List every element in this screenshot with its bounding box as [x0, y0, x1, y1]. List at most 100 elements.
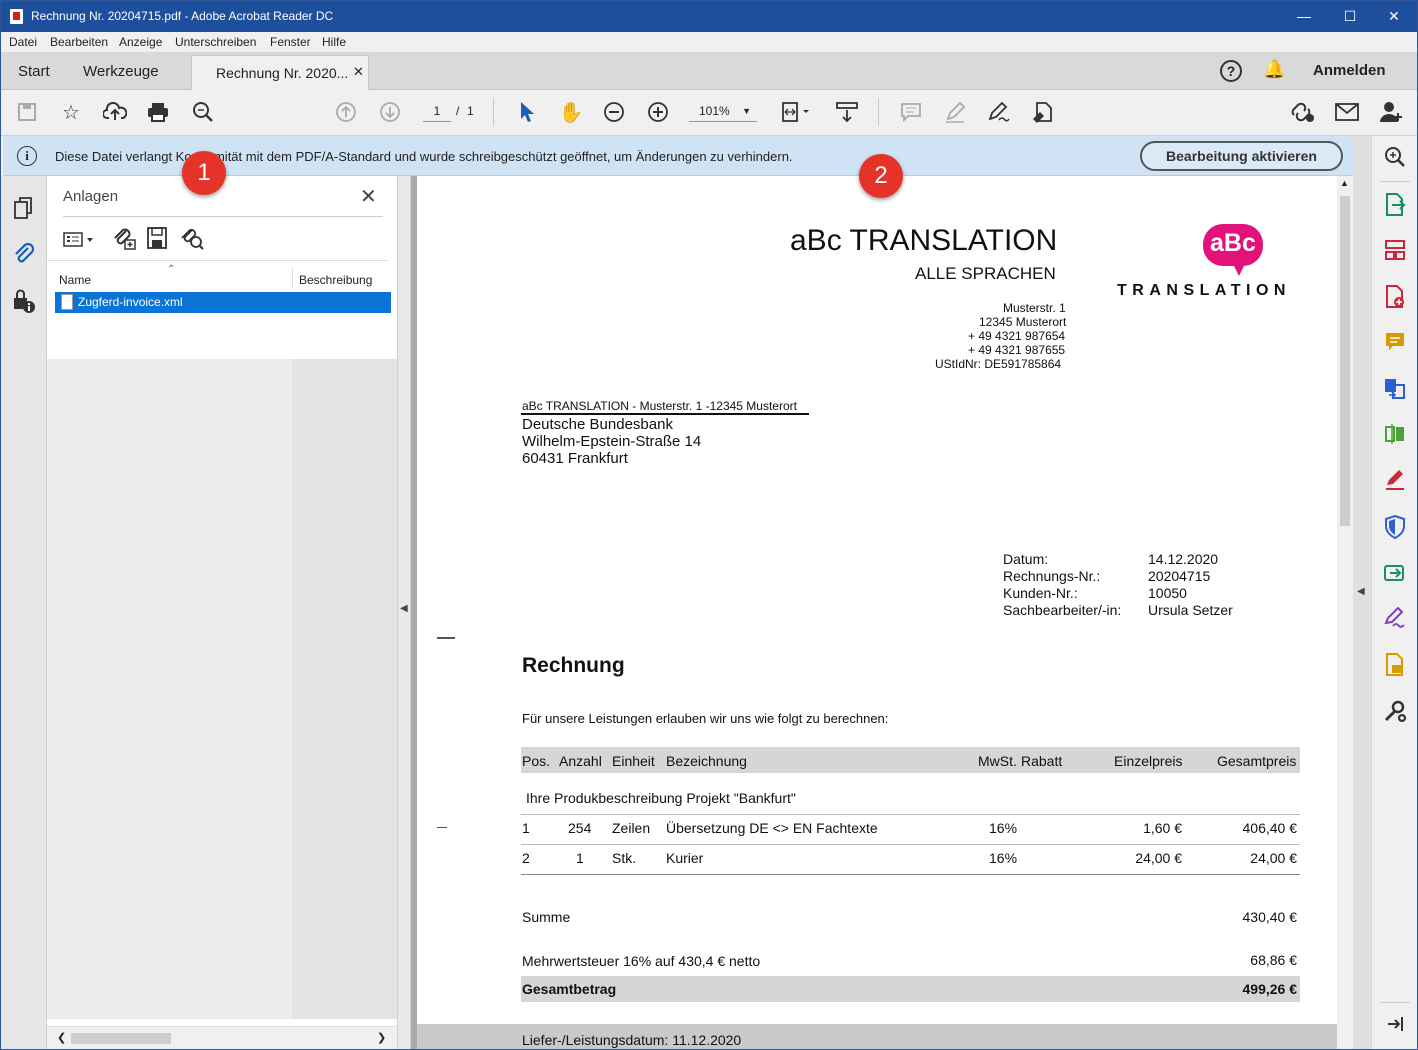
search-tool-icon[interactable]: [1382, 146, 1408, 172]
company-name: aBc TRANSLATION: [790, 224, 1058, 257]
menu-fenster[interactable]: Fenster: [270, 35, 311, 49]
save-attachment-icon[interactable]: [146, 226, 170, 250]
tab-document[interactable]: Rechnung Nr. 2020... ✕: [191, 55, 369, 90]
more-tools-icon[interactable]: [1382, 699, 1408, 725]
search-zoom-icon[interactable]: [189, 98, 217, 126]
menu-unterschreiben[interactable]: Unterschreiben: [175, 35, 256, 49]
col-pos: Pos.: [522, 753, 551, 769]
send-for-review-icon[interactable]: [1382, 561, 1408, 587]
enable-editing-button[interactable]: Bearbeitung aktivieren: [1140, 141, 1343, 171]
select-cursor-icon[interactable]: [513, 98, 541, 126]
fill-sign-icon[interactable]: [1029, 98, 1057, 126]
row1-qty: 254: [568, 820, 592, 836]
attachments-description-column: [292, 359, 397, 1019]
panel-splitter[interactable]: ◀: [397, 176, 411, 1049]
close-panel-icon[interactable]: ✕: [360, 184, 377, 209]
zoom-in-icon[interactable]: [644, 98, 672, 126]
page-thumbnails-icon[interactable]: [11, 196, 37, 222]
hand-tool-icon[interactable]: ✋: [557, 98, 585, 126]
column-divider: [292, 268, 293, 288]
attachment-row[interactable]: Zugferd-invoice.xml: [55, 292, 391, 313]
fill-and-sign-tool-icon[interactable]: [1382, 469, 1408, 495]
column-header-description[interactable]: Beschreibung: [299, 273, 372, 287]
tools-divider: [1380, 1002, 1410, 1003]
share-link-icon[interactable]: [1289, 98, 1317, 126]
help-icon[interactable]: ?: [1220, 60, 1242, 82]
maximize-button[interactable]: ☐: [1327, 1, 1373, 32]
page-separator: /: [456, 104, 460, 118]
tab-document-label: Rechnung Nr. 2020...: [216, 65, 349, 81]
horizontal-scrollbar[interactable]: ❮ ❯: [47, 1026, 397, 1049]
tab-start[interactable]: Start: [18, 63, 50, 80]
options-menu-icon[interactable]: [63, 230, 99, 250]
certificates-icon[interactable]: [1382, 653, 1408, 679]
comment-icon[interactable]: [897, 98, 925, 126]
document-info-lock-icon[interactable]: [11, 288, 37, 314]
attachments-paperclip-icon[interactable]: [11, 242, 37, 268]
col-unit: Einheit: [612, 753, 655, 769]
request-signature-icon[interactable]: [1382, 606, 1408, 633]
email-icon[interactable]: [1333, 98, 1361, 126]
meta-value-invoice-no: 20204715: [1148, 568, 1211, 584]
close-window-button[interactable]: ✕: [1371, 1, 1417, 32]
horizontal-scroll-thumb[interactable]: [71, 1033, 171, 1044]
add-attachment-icon[interactable]: [112, 226, 136, 250]
tab-close-icon[interactable]: ✕: [353, 64, 364, 80]
delivery-date: Liefer-/Leistungsdatum: 11.12.2020: [522, 1032, 742, 1048]
next-page-icon[interactable]: [376, 98, 404, 126]
row2-pos: 2: [522, 850, 530, 866]
menu-anzeige[interactable]: Anzeige: [119, 35, 162, 49]
combine-files-icon[interactable]: [1382, 377, 1408, 403]
scroll-right-icon[interactable]: ❯: [377, 1031, 386, 1044]
sender-underline: [521, 413, 809, 415]
title-bar: Rechnung Nr. 20204715.pdf - Adobe Acroba…: [1, 1, 1417, 32]
tab-werkzeuge[interactable]: Werkzeuge: [83, 63, 159, 80]
row2-vat: 16%: [989, 850, 1018, 866]
bookmark-star-icon[interactable]: ☆: [57, 98, 85, 126]
total-value: 499,26 €: [1242, 981, 1298, 997]
vertical-scroll-thumb[interactable]: [1340, 196, 1350, 526]
col-total-price: Gesamtpreis: [1217, 753, 1297, 769]
create-pdf-icon[interactable]: [1382, 285, 1408, 311]
menu-hilfe[interactable]: Hilfe: [322, 35, 346, 49]
menu-bar: Datei Bearbeiten Anzeige Unterschreiben …: [1, 32, 1417, 52]
compare-files-icon[interactable]: [1382, 423, 1408, 449]
previous-page-icon[interactable]: [332, 98, 360, 126]
right-pane-toggle-rail[interactable]: ◀: [1353, 136, 1371, 1049]
protect-shield-icon[interactable]: [1382, 514, 1408, 541]
add-user-icon[interactable]: [1377, 98, 1405, 126]
export-pdf-icon[interactable]: [1382, 193, 1408, 219]
collapse-tools-pane-icon[interactable]: [1382, 1014, 1408, 1040]
menu-bearbeiten[interactable]: Bearbeiten: [50, 35, 108, 49]
file-icon: [61, 294, 73, 310]
print-icon[interactable]: [144, 98, 172, 126]
scroll-left-icon[interactable]: ❮: [57, 1031, 66, 1044]
sign-pen-icon[interactable]: [985, 98, 1013, 126]
vat-label: Mehrwertsteuer 16% auf 430,4 € netto: [522, 953, 761, 969]
zoom-out-icon[interactable]: [600, 98, 628, 126]
zoom-select[interactable]: 101% ▼: [689, 100, 757, 122]
row-divider: [521, 844, 1300, 845]
sort-ascending-icon[interactable]: ⌃: [167, 264, 175, 275]
fit-page-icon[interactable]: [777, 98, 813, 126]
vertical-scrollbar[interactable]: ▲: [1337, 176, 1353, 1049]
upload-cloud-icon[interactable]: [101, 98, 129, 126]
menu-datei[interactable]: Datei: [9, 35, 37, 49]
scroll-mode-icon[interactable]: [833, 98, 861, 126]
scroll-up-icon[interactable]: ▲: [1340, 178, 1349, 188]
organize-pages-icon[interactable]: [1382, 239, 1408, 265]
table-bottom-rule: [521, 874, 1300, 875]
highlight-pen-icon[interactable]: [941, 98, 969, 126]
collapse-panel-icon[interactable]: ◀: [400, 603, 408, 614]
expand-tools-pane-icon[interactable]: ◀: [1357, 586, 1365, 597]
column-header-name[interactable]: Name: [59, 273, 91, 287]
sign-in-button[interactable]: Anmelden: [1313, 62, 1386, 79]
col-desc: Bezeichnung: [666, 753, 747, 769]
minimize-button[interactable]: —: [1281, 1, 1327, 32]
document-area: aBc TRANSLATION ALLE SPRACHEN aBc TRANSL…: [411, 176, 1353, 1049]
comment-tool-icon[interactable]: [1382, 331, 1408, 357]
search-attachment-icon[interactable]: [180, 226, 204, 250]
save-icon[interactable]: [13, 98, 41, 126]
notifications-bell-icon[interactable]: 🔔: [1263, 59, 1285, 80]
page-number-input[interactable]: 1: [423, 100, 451, 122]
